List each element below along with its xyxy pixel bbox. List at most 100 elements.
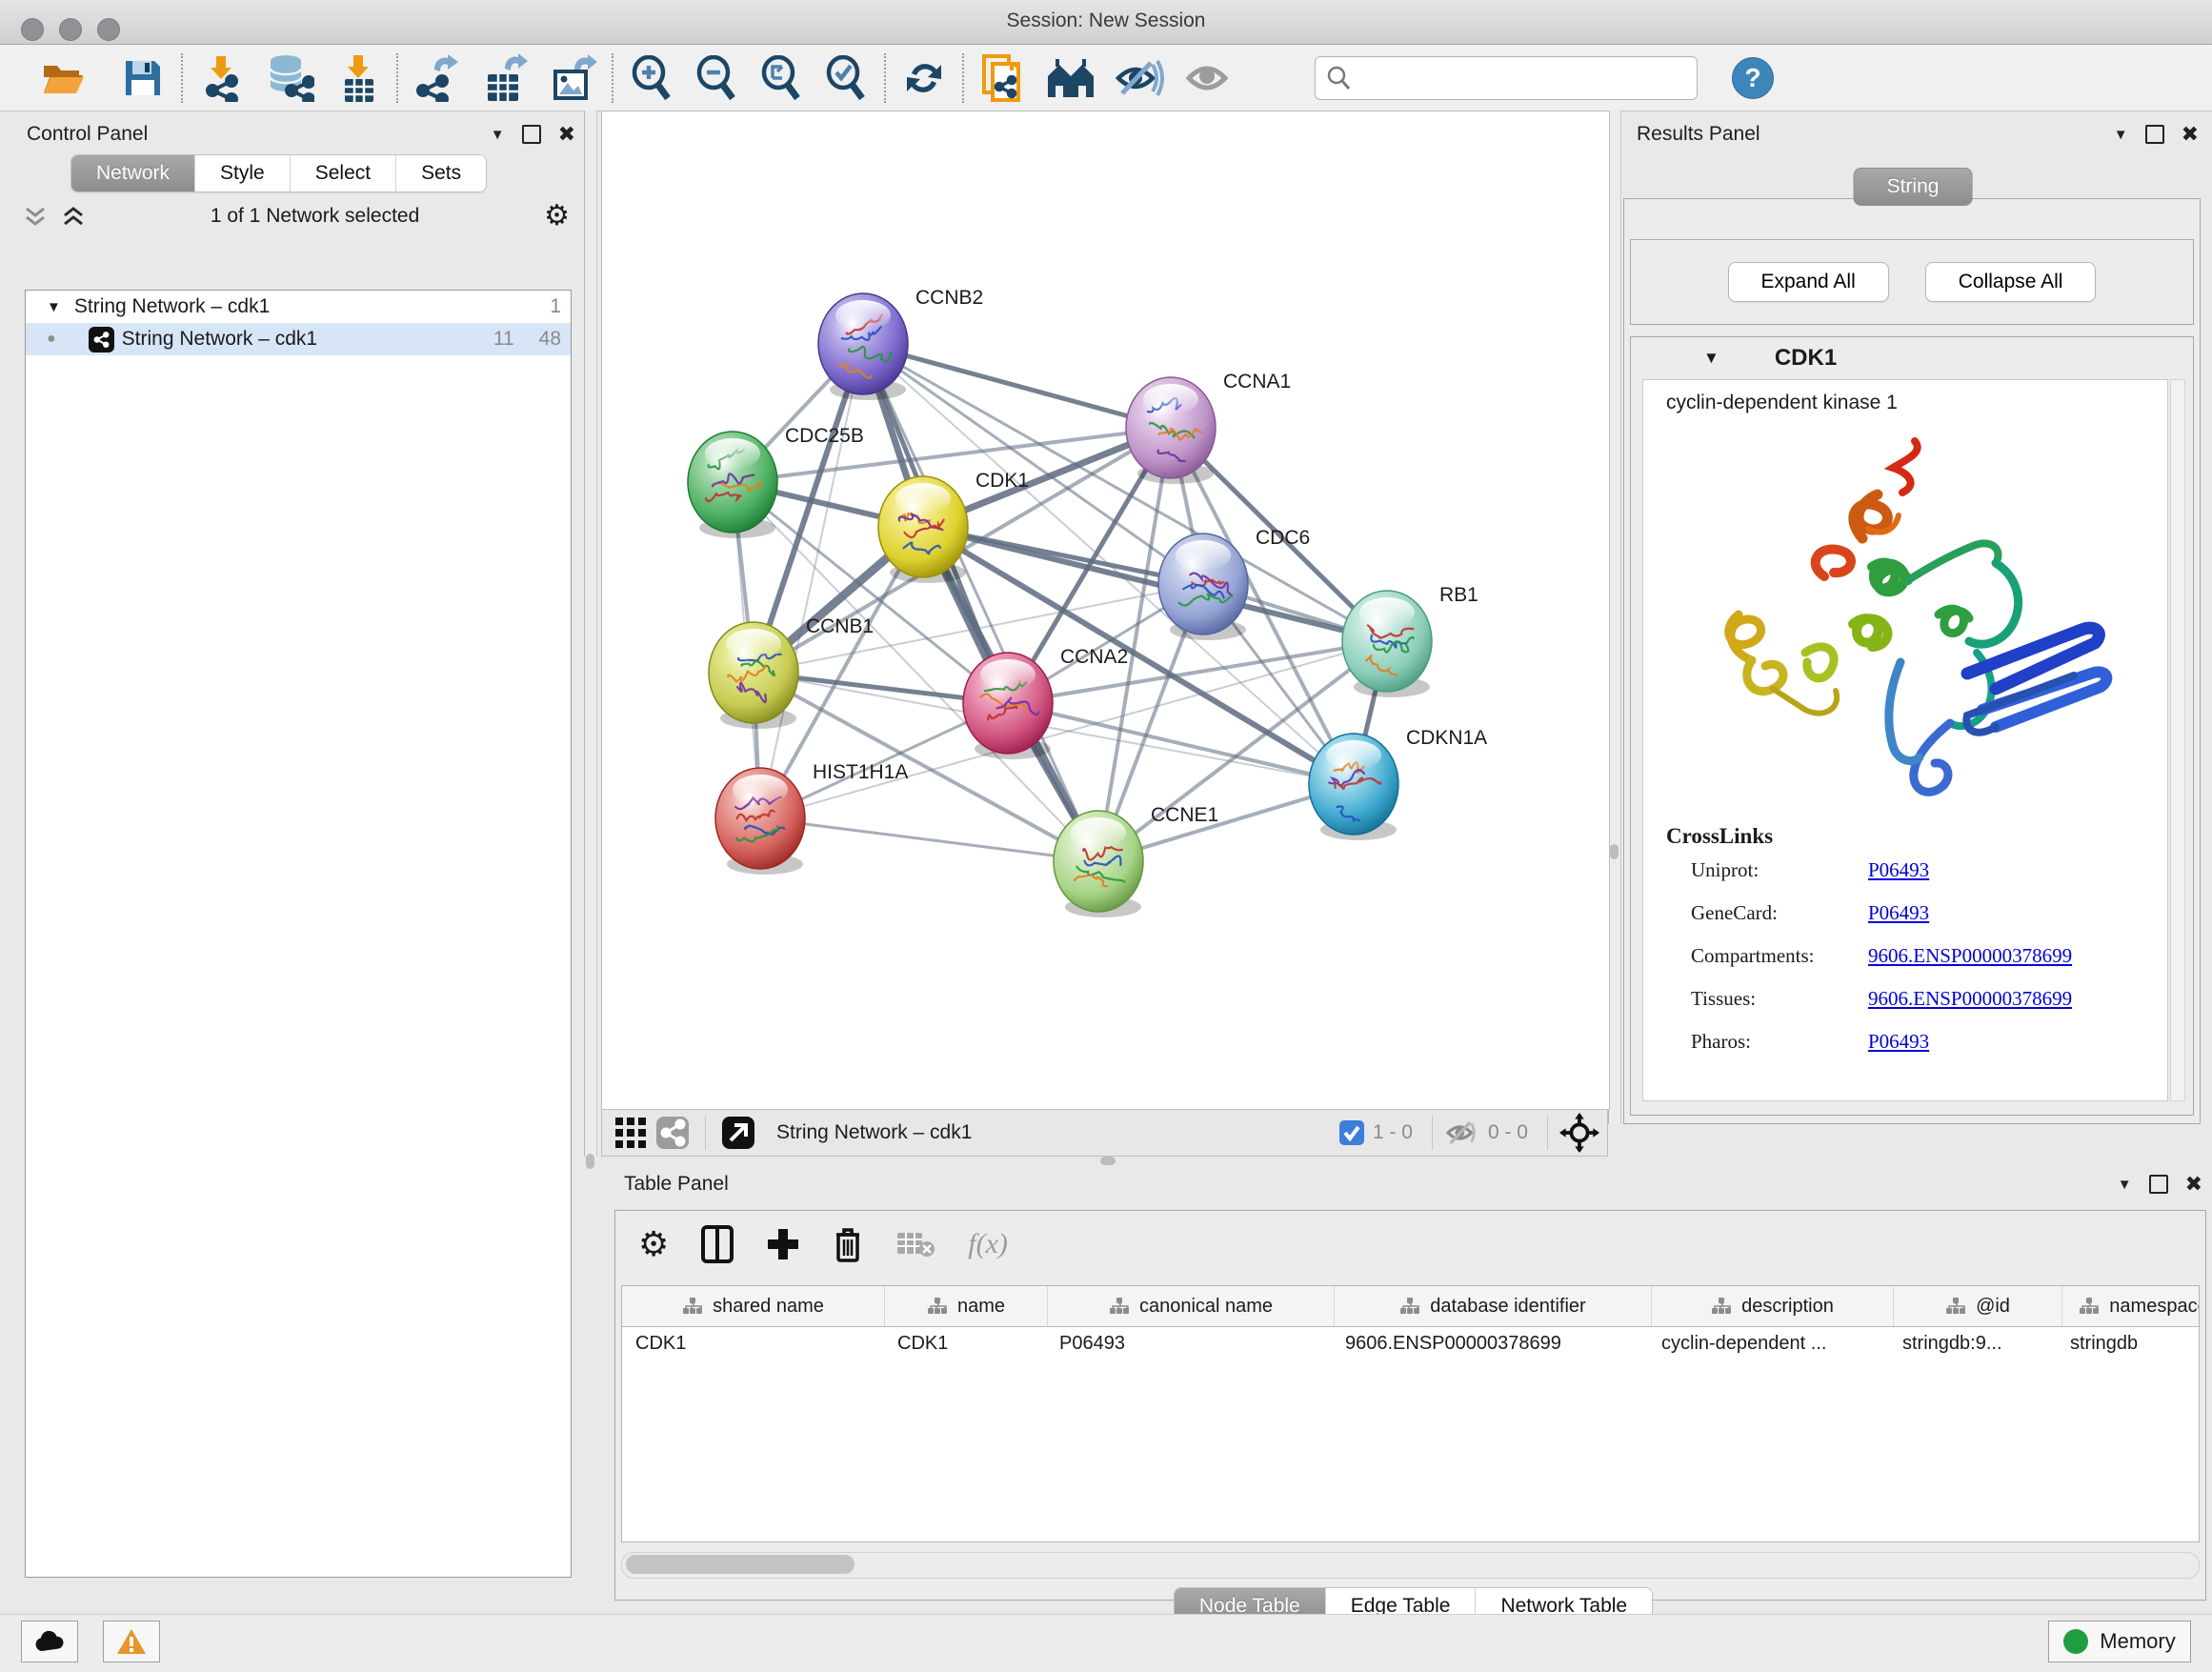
float-panel-icon[interactable] [2149,1175,2168,1194]
search-icon [1325,65,1352,91]
network-collection-row[interactable]: ▼ String Network – cdk1 1 [26,291,571,323]
import-table-file-button[interactable] [333,53,383,103]
import-network-database-button[interactable] [265,53,314,103]
cdk1-section-header[interactable]: ▼ CDK1 [1631,337,2193,379]
collapse-all-button[interactable]: Collapse All [1925,262,2097,302]
network-canvas[interactable]: CCNB2CCNA1CDC25BCDK1CDC6RB1CCNB1CCNA2CDK… [601,111,1610,1110]
expand-all-button[interactable]: Expand All [1728,262,1889,302]
panel-menu-icon[interactable]: ▼ [2118,1177,2132,1193]
float-panel-icon[interactable] [522,125,541,144]
tab-select[interactable]: Select [291,155,396,191]
add-column-icon[interactable] [766,1227,800,1261]
network-view-title: String Network – cdk1 [776,1121,1338,1144]
network-selected-label: 1 of 1 Network selected [86,205,544,228]
help-button[interactable]: ? [1732,57,1774,99]
column-type-icon [682,1297,703,1316]
search-input[interactable] [1352,59,1687,97]
column-header--id[interactable]: @id [1894,1286,2062,1326]
grid-view-icon[interactable] [610,1108,652,1158]
crosslinks-heading: CrossLinks [1666,824,2167,849]
column-header-name[interactable]: name [885,1286,1048,1326]
zoom-in-button[interactable] [627,53,676,103]
crosslink-link[interactable]: P06493 [1868,1030,1929,1054]
cloud-status-button[interactable] [21,1621,78,1662]
zoom-out-button[interactable] [692,53,741,103]
zoom-in-icon [630,55,674,101]
crosslink-label: Uniprot: [1691,858,1868,882]
network-options-gear-icon[interactable]: ⚙ [544,202,570,231]
collapse-all-icon[interactable] [23,205,48,228]
table-row[interactable]: CDK1CDK1P064939606.ENSP00000378699cyclin… [622,1327,2199,1365]
first-neighbors-button[interactable] [1046,53,1096,103]
tab-style[interactable]: Style [195,155,291,191]
column-header-database-identifier[interactable]: database identifier [1335,1286,1652,1326]
panel-menu-icon[interactable]: ▼ [2114,127,2128,143]
table-cell[interactable]: CDK1 [884,1327,1046,1365]
table-cell[interactable]: CDK1 [622,1327,884,1365]
table-cell[interactable]: cyclin-dependent ... [1648,1327,1889,1365]
close-panel-icon[interactable]: ✖ [2182,122,2199,147]
show-columns-icon[interactable] [701,1225,734,1263]
table-options-gear-icon[interactable]: ⚙ [638,1227,669,1261]
zoom-fit-button[interactable] [756,53,806,103]
status-bar: Memory [0,1614,2212,1672]
crosslink-link[interactable]: 9606.ENSP00000378699 [1868,944,2072,968]
float-panel-icon[interactable] [2145,125,2164,144]
memory-button[interactable]: Memory [2048,1621,2191,1662]
close-panel-icon[interactable]: ✖ [558,122,575,147]
horizontal-splitter[interactable] [601,1157,1608,1170]
save-session-button[interactable] [118,53,168,103]
tab-network[interactable]: Network [71,155,195,191]
cdk1-section: ▼ CDK1 cyclin-dependent kinase 1 [1630,336,2194,1116]
copy-style-button[interactable] [977,53,1027,103]
results-scrollbar[interactable] [2170,379,2185,1101]
hide-selected-button[interactable] [1115,53,1164,103]
open-session-button[interactable] [38,53,88,103]
zoom-selected-button[interactable] [821,53,871,103]
left-splitter[interactable] [584,111,597,1157]
protein-description: cyclin-dependent kinase 1 [1666,392,2167,414]
delete-column-trash-icon[interactable] [833,1225,863,1263]
fit-content-crosshair-icon[interactable] [1559,1113,1599,1153]
network-row[interactable]: ● String Network – cdk1 11 48 [26,323,571,355]
table-cell[interactable]: P06493 [1046,1327,1332,1365]
crosslink-row: Tissues:9606.ENSP00000378699 [1691,987,2167,1011]
warnings-button[interactable] [103,1621,160,1662]
table-cell[interactable]: stringdb:9... [1889,1327,2057,1365]
zoom-out-icon [694,55,738,101]
tab-sets[interactable]: Sets [396,155,486,191]
column-header-canonical-name[interactable]: canonical name [1048,1286,1335,1326]
panel-menu-icon[interactable]: ▼ [491,127,505,143]
node-label: CDK1 [975,470,1029,492]
title-bar: Session: New Session [0,0,2212,45]
network-overview-icon[interactable] [652,1108,694,1158]
network-node-count: 11 [493,328,514,351]
import-network-file-button[interactable] [196,53,246,103]
column-header-shared-name[interactable]: shared name [622,1286,885,1326]
column-header-namespace[interactable]: namespace [2062,1286,2200,1326]
collection-expand-icon[interactable]: ▼ [47,299,61,315]
section-collapse-icon[interactable]: ▼ [1703,349,1719,368]
refresh-button[interactable] [899,53,949,103]
export-table-button[interactable] [480,53,530,103]
table-cell[interactable]: stringdb [2057,1327,2200,1365]
node-table[interactable]: shared namenamecanonical name database id… [621,1285,2200,1542]
tab-string[interactable]: String [1854,168,1973,206]
table-cell[interactable]: 9606.ENSP00000378699 [1332,1327,1648,1365]
close-panel-icon[interactable]: ✖ [2185,1172,2202,1197]
crosslink-link[interactable]: 9606.ENSP00000378699 [1868,987,2072,1011]
scrollbar-thumb[interactable] [626,1555,855,1574]
expand-all-icon[interactable] [61,205,86,228]
column-header-description[interactable]: description [1652,1286,1894,1326]
table-horizontal-scrollbar[interactable] [621,1552,2200,1579]
node-label: CDKN1A [1406,727,1487,749]
column-header-label: database identifier [1430,1296,1585,1318]
crosslink-link[interactable]: P06493 [1868,858,1929,882]
export-network-button[interactable] [412,53,461,103]
show-all-button[interactable] [1183,53,1233,103]
detach-view-icon[interactable] [717,1108,759,1158]
crosslink-link[interactable]: P06493 [1868,901,1929,925]
node-label: CCNB1 [806,615,874,637]
export-image-button[interactable] [549,53,598,103]
selected-checkbox-icon[interactable] [1338,1119,1365,1146]
